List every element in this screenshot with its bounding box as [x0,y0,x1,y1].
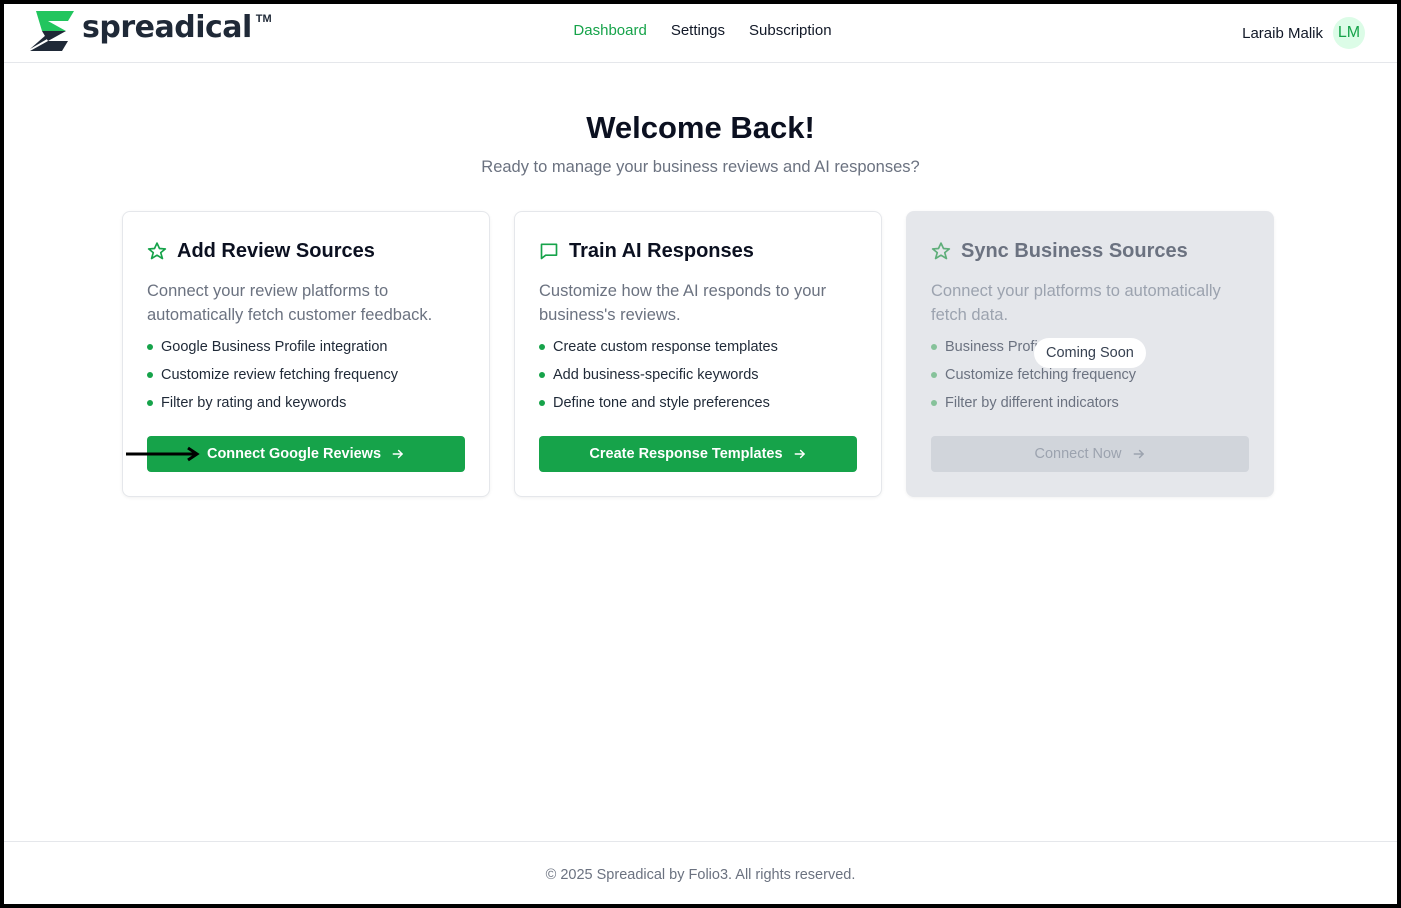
star-icon [147,241,167,261]
feature-text: Add business-specific keywords [553,367,759,383]
feature-item: Google Business Profile integration [147,333,465,361]
feature-text: Customize review fetching frequency [161,367,398,383]
feature-text: Business Profi [945,339,1038,355]
feature-text: Define tone and style preferences [553,395,770,411]
bullet-icon [931,372,937,378]
card-title: Sync Business Sources [961,239,1188,262]
bullet-icon [539,344,545,350]
card-description: Customize how the AI responds to your bu… [539,282,827,324]
nav-subscription-link[interactable]: Subscription [749,22,832,39]
card-title: Add Review Sources [177,239,375,262]
page-subtitle: Ready to manage your business reviews an… [481,158,920,176]
feature-item: Filter by rating and keywords [147,389,465,417]
feature-text: Customize fetching frequency [945,367,1137,383]
bullet-icon [931,400,937,406]
avatar[interactable]: LM [1333,17,1365,49]
arrow-right-icon [793,447,807,461]
feature-text: Create custom response templates [553,339,778,355]
sync-business-sources-card: Sync Business Sources Connect your platf… [906,211,1274,497]
feature-text: Filter by different indicators [945,395,1119,411]
bullet-icon [147,344,153,350]
nav-dashboard-link[interactable]: Dashboard [573,22,646,39]
train-ai-responses-card: Train AI Responses Customize how the AI … [514,211,882,497]
card-title: Train AI Responses [569,239,754,262]
star-icon [931,241,951,261]
feature-item: Customize review fetching frequency [147,361,465,389]
feature-item: Add business-specific keywords [539,361,857,389]
page-footer: © 2025 Spreadical by Folio3. All rights … [4,841,1397,904]
create-response-templates-button[interactable]: Create Response Templates [539,436,857,472]
page-title: Welcome Back! [586,110,815,145]
main-nav: Dashboard Settings Subscription [4,22,1397,39]
feature-list: Google Business Profile integration Cust… [147,333,465,417]
app-window: spreadical TM Dashboard Settings Subscri… [4,4,1397,904]
nav-settings-link[interactable]: Settings [671,22,725,39]
bullet-icon [931,344,937,350]
bullet-icon [147,400,153,406]
coming-soon-badge: Coming Soon [1034,338,1146,368]
feature-text: Filter by rating and keywords [161,395,347,411]
connect-now-button[interactable]: Connect Now [931,436,1249,472]
bullet-icon [539,372,545,378]
top-header: spreadical TM Dashboard Settings Subscri… [4,4,1397,63]
feature-item: Filter by different indicators [931,389,1249,417]
card-description: Connect your platforms to automatically … [931,282,1221,324]
feature-list: Create custom response templates Add bus… [539,333,857,417]
button-label: Connect Now [1034,446,1122,462]
arrow-right-icon [1132,447,1146,461]
feature-item: Define tone and style preferences [539,389,857,417]
button-label: Create Response Templates [589,446,783,462]
feature-item: Create custom response templates [539,333,857,361]
button-label: Connect Google Reviews [206,446,382,462]
feature-text: Google Business Profile integration [161,339,388,355]
message-square-icon [539,241,559,261]
user-menu[interactable]: Laraib Malik LM [1242,17,1365,49]
user-name: Laraib Malik [1242,24,1323,42]
bullet-icon [147,372,153,378]
copyright-text: © 2025 Spreadical by Folio3. All rights … [545,867,856,883]
card-description: Connect your review platforms to automat… [147,282,433,324]
bullet-icon [539,400,545,406]
arrow-right-icon [391,447,405,461]
annotation-arrow-icon [126,446,200,462]
